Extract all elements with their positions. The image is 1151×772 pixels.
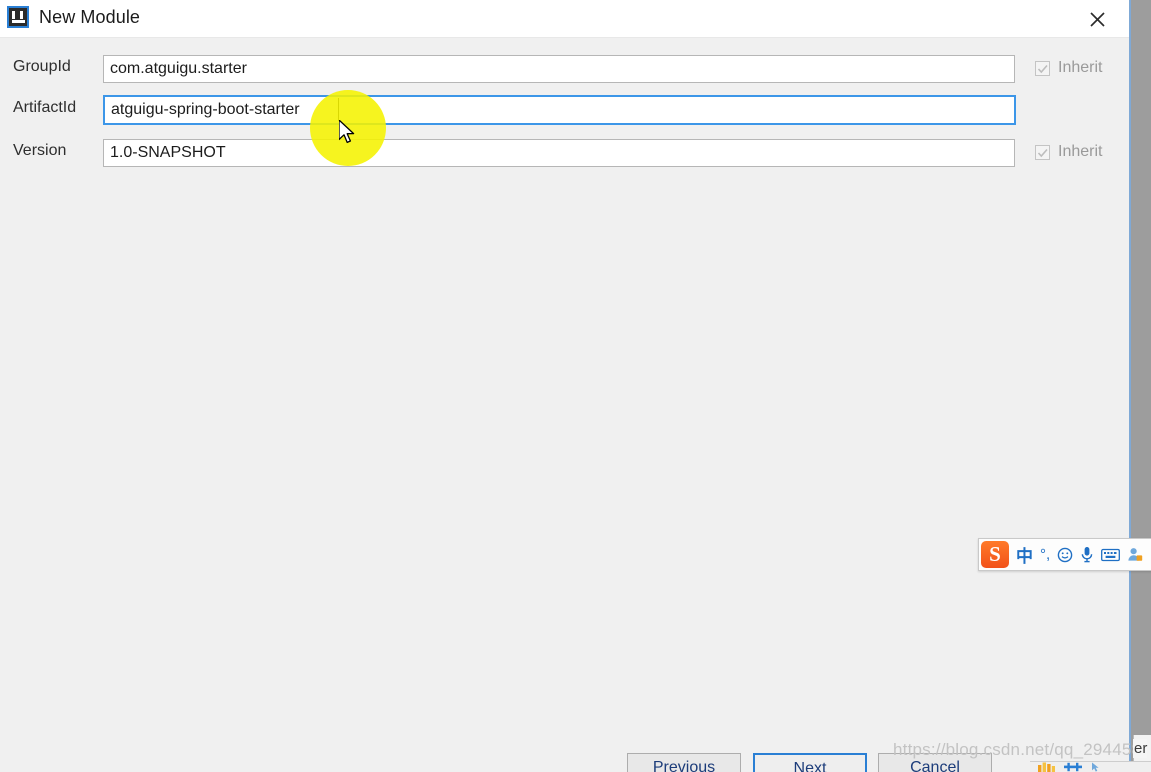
edge-text-fragment: er [1133,739,1148,758]
intellij-idea-icon [7,6,29,28]
network-app-icon[interactable] [1064,762,1082,772]
inherit-group-version[interactable]: Inherit [1035,143,1102,161]
taskbar-strip[interactable] [1030,761,1151,772]
inherit-label-groupid: Inherit [1058,59,1103,76]
punctuation-mode-icon[interactable]: °, [1040,544,1050,566]
microphone-icon[interactable] [1080,544,1094,566]
inherit-group-groupid[interactable]: Inherit [1035,59,1102,77]
inherit-checkbox-groupid[interactable] [1035,60,1050,76]
text-caret [338,98,339,121]
soft-keyboard-icon[interactable] [1101,544,1121,566]
user-account-icon[interactable] [1127,544,1143,566]
form-row-groupid: GroupId Inherit [0,55,1129,83]
dialog-button-bar: Previous Next Cancel [0,753,1129,772]
new-module-dialog: New Module GroupId Inherit ArtifactId Ve… [0,0,1131,772]
label-version: Version [13,142,67,159]
version-input[interactable] [103,139,1015,167]
chinese-mode-icon[interactable]: 中 [1016,544,1033,566]
dialog-title-bar: New Module [0,0,1129,38]
groupid-input[interactable] [103,55,1015,83]
emoji-icon[interactable] [1057,544,1073,566]
artifactid-input[interactable] [103,95,1016,125]
page-title: New Module [39,7,141,27]
next-button[interactable]: Next [753,753,867,772]
pointer-app-icon[interactable] [1091,762,1101,772]
previous-button[interactable]: Previous [627,753,741,772]
form-row-version: Version Inherit [0,139,1129,167]
close-icon[interactable] [1083,6,1111,32]
label-artifactid: ArtifactId [13,99,77,116]
sogou-logo-icon[interactable]: S [981,541,1009,568]
cancel-button[interactable]: Cancel [878,753,992,772]
inherit-checkbox-version[interactable] [1035,144,1050,160]
inherit-label-version: Inherit [1058,143,1103,160]
sogou-ime-toolbar[interactable]: S 中 °, 1 [978,538,1151,571]
label-groupid: GroupId [13,58,71,75]
form-row-artifactid: ArtifactId [0,95,1129,125]
chart-app-icon[interactable] [1038,762,1055,772]
